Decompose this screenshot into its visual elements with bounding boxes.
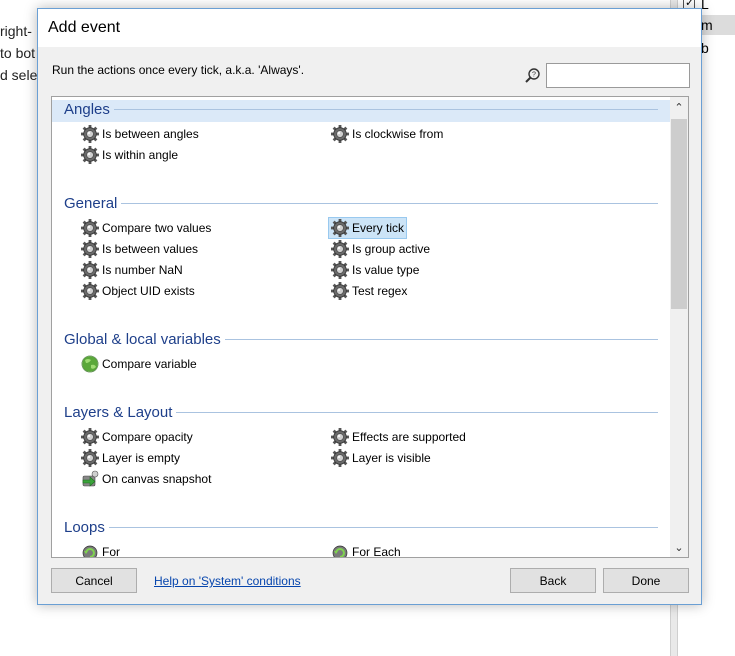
list-item[interactable]: For (80, 542, 122, 558)
layer-name: L (701, 0, 709, 12)
category-label: Angles (64, 101, 110, 118)
search-input[interactable] (546, 63, 690, 88)
category-divider (113, 109, 658, 110)
gear-icon (331, 219, 349, 237)
gear-icon (331, 240, 349, 258)
item-label: Is within angle (102, 148, 179, 162)
gear-icon (81, 125, 99, 143)
gear-icon (81, 219, 99, 237)
list-item[interactable]: Is clockwise from (330, 124, 445, 144)
list-item[interactable]: Layer is visible (330, 448, 433, 468)
item-label: For (102, 545, 120, 558)
category-general: General (64, 195, 658, 212)
item-label: Layer is visible (352, 451, 431, 465)
list-item[interactable]: Compare variable (80, 354, 199, 374)
list-item[interactable]: Is group active (330, 239, 432, 259)
category-variables: Global & local variables (64, 331, 658, 348)
category-angles: Angles (64, 101, 658, 118)
item-label: For Each (352, 545, 401, 558)
back-button[interactable]: Back (510, 568, 596, 593)
item-label: Every tick (352, 221, 405, 235)
globe-icon (81, 355, 99, 373)
conditions-list[interactable]: Angles Is between angles Is clockwise fr… (51, 96, 689, 558)
item-label: Effects are supported (352, 430, 466, 444)
item-label: Compare variable (102, 357, 197, 371)
loop-icon (332, 545, 348, 557)
vertical-scrollbar[interactable]: ⌃ ⌄ (670, 97, 688, 557)
category-divider (224, 339, 658, 340)
item-label: Test regex (352, 284, 408, 298)
category-layers-layout: Layers & Layout (64, 404, 658, 421)
list-item[interactable]: For Each (330, 542, 403, 558)
item-label: Is between angles (102, 127, 199, 141)
search-icon[interactable]: ? (524, 67, 542, 85)
list-item[interactable]: On canvas snapshot (80, 469, 213, 489)
gear-icon (331, 282, 349, 300)
list-item-selected[interactable]: Every tick (328, 217, 408, 239)
gear-icon (81, 282, 99, 300)
gear-icon (81, 146, 99, 164)
dialog-title: Add event (38, 9, 701, 47)
scroll-down-arrow-icon[interactable]: ⌄ (670, 537, 688, 557)
list-item[interactable]: Is between angles (80, 124, 201, 144)
gear-icon (331, 125, 349, 143)
item-label: Is number NaN (102, 263, 183, 277)
list-item[interactable]: Layer is empty (80, 448, 182, 468)
done-button[interactable]: Done (603, 568, 689, 593)
category-label: General (64, 195, 118, 212)
list-item[interactable]: Compare opacity (80, 427, 195, 447)
list-item[interactable]: Is number NaN (80, 260, 185, 280)
list-item[interactable]: Object UID exists (80, 281, 197, 301)
gear-icon (81, 240, 99, 258)
list-item[interactable]: Is between values (80, 239, 200, 259)
category-loops: Loops (64, 519, 658, 536)
item-label: Compare opacity (102, 430, 193, 444)
item-label: Compare two values (102, 221, 212, 235)
scrollbar-thumb[interactable] (671, 119, 687, 309)
gear-icon (331, 261, 349, 279)
list-item[interactable]: Is value type (330, 260, 421, 280)
category-label: Global & local variables (64, 331, 221, 348)
item-label: On canvas snapshot (102, 472, 212, 486)
svg-text:?: ? (532, 72, 536, 79)
item-label: Is group active (352, 242, 431, 256)
layer-name: m (701, 17, 713, 33)
gear-icon (81, 449, 99, 467)
list-item[interactable]: Effects are supported (330, 427, 468, 447)
gear-icon (81, 261, 99, 279)
add-event-dialog: Add event Run the actions once every tic… (37, 8, 702, 605)
trigger-icon (82, 470, 99, 487)
item-label: Layer is empty (102, 451, 181, 465)
loop-icon (82, 545, 98, 557)
item-label: Object UID exists (102, 284, 195, 298)
scroll-up-arrow-icon[interactable]: ⌃ (670, 97, 688, 117)
list-item[interactable]: Test regex (330, 281, 409, 301)
category-divider (176, 412, 658, 413)
cancel-button[interactable]: Cancel (51, 568, 137, 593)
list-item[interactable]: Compare two values (80, 218, 213, 238)
layer-name: b (701, 40, 709, 56)
category-label: Loops (64, 519, 105, 536)
event-description: Run the actions once every tick, a.k.a. … (52, 63, 305, 77)
category-label: Layers & Layout (64, 404, 173, 421)
item-label: Is between values (102, 242, 199, 256)
item-label: Is clockwise from (352, 127, 444, 141)
category-divider (108, 527, 658, 528)
gear-icon (331, 449, 349, 467)
gear-icon (81, 428, 99, 446)
list-item[interactable]: Is within angle (80, 145, 180, 165)
category-divider (121, 203, 658, 204)
item-label: Is value type (352, 263, 420, 277)
help-link[interactable]: Help on 'System' conditions (154, 574, 301, 588)
gear-icon (331, 428, 349, 446)
